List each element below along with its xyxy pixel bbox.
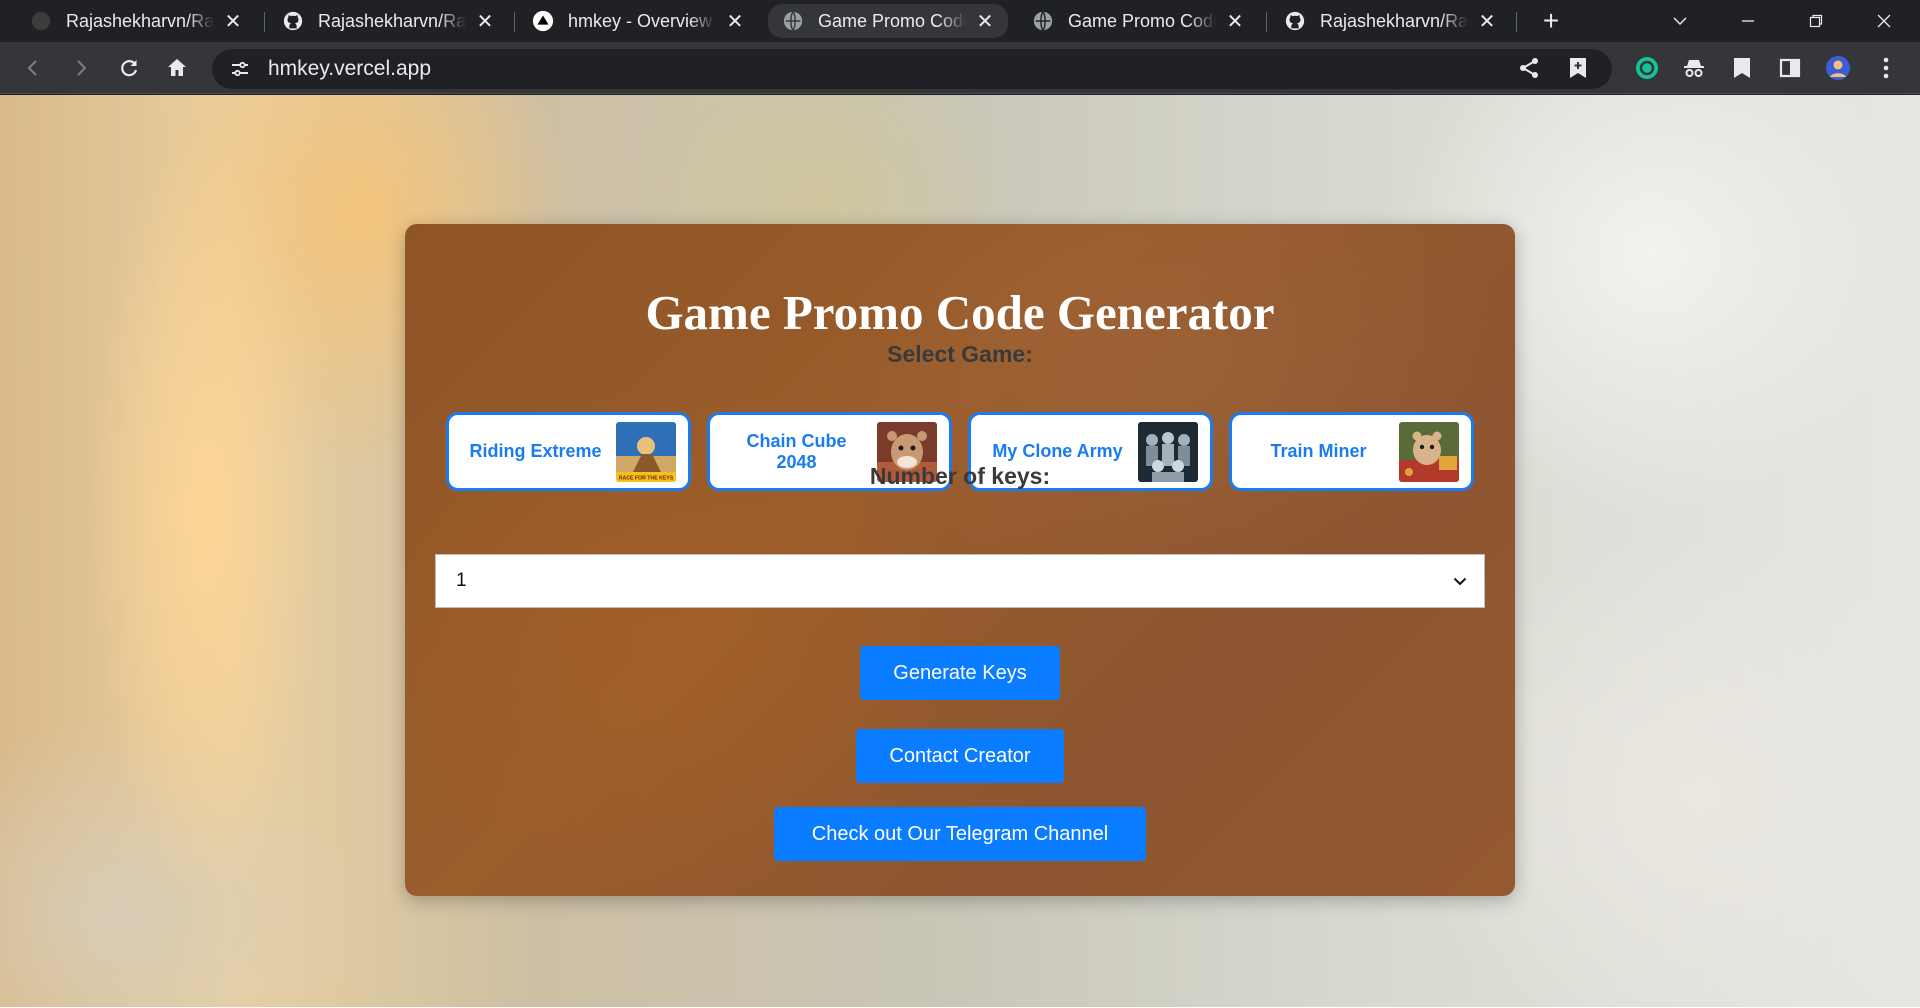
page-title: Game Promo Code Generator [645,285,1275,340]
share-icon [1520,58,1538,78]
side-panel-icon [1779,58,1801,78]
game-name: My Clone Army [992,441,1123,461]
incognito-button[interactable] [1677,51,1711,85]
share-button[interactable] [1512,51,1546,85]
github-icon [1284,10,1306,32]
minimize-icon [1742,20,1754,22]
tab-search-button[interactable] [1646,0,1714,42]
tab-github-2[interactable]: Rajashekharvn/Raj ✕ [268,4,508,38]
tab-separator [514,12,515,32]
tab-title: Rajashekharvn/Raj [318,10,466,31]
restore-button[interactable] [1782,0,1850,42]
home-button[interactable] [160,51,194,85]
telegram-channel-button[interactable]: Check out Our Telegram Channel [774,807,1146,861]
page-viewport: Game Promo Code Generator Select Game: R… [0,95,1920,1008]
url-text: hmkey.vercel.app [268,57,432,80]
globe-icon [782,10,804,32]
close-icon[interactable]: ✕ [974,10,996,33]
menu-button[interactable] [1869,51,1903,85]
chevron-down-icon [1673,17,1687,26]
reload-button[interactable] [112,51,146,85]
contact-creator-button[interactable]: Contact Creator [856,729,1064,783]
tab-separator [264,12,265,32]
tab-title: hmkey - Overview [568,10,713,31]
game-name: Riding Extreme [469,441,602,461]
incognito-icon [1684,60,1704,77]
selected-value: 1 [456,570,467,591]
number-of-keys-select[interactable]: 1 [435,554,1485,608]
close-icon[interactable]: ✕ [1224,10,1246,33]
close-icon[interactable]: ✕ [222,10,244,33]
new-tab-button[interactable]: + [1536,5,1566,36]
bookmark-icon [1570,58,1586,78]
back-button[interactable] [16,51,50,85]
extension-icon [1636,57,1658,79]
vercel-icon [532,10,554,32]
tab-separator [1266,12,1267,32]
close-icon[interactable]: ✕ [724,10,746,33]
close-icon [1877,14,1891,28]
tab-strip: Rajashekharvn/Raj ✕ Rajashekharvn/Raj ✕ … [0,0,1920,42]
tab-title: Rajashekharvn/Raj [66,10,214,31]
github-icon [30,10,52,32]
globe-icon [1032,10,1054,32]
tab-github-3[interactable]: Rajashekharvn/Raj ✕ [1270,4,1510,38]
reading-list-button[interactable] [1725,51,1759,85]
home-icon [168,59,186,76]
restore-icon [1809,14,1823,28]
reading-list-icon [1734,58,1750,78]
tab-vercel[interactable]: hmkey - Overview ✕ [518,4,758,38]
menu-icon [1883,57,1889,79]
tab-title: Rajashekharvn/Raj [1320,10,1468,31]
chevron-down-icon [1450,571,1470,591]
reload-icon [121,60,138,77]
extension-button[interactable] [1630,51,1664,85]
tab-separator [1516,12,1517,32]
close-icon[interactable]: ✕ [474,10,496,33]
number-of-keys-label: Number of keys: [869,463,1051,489]
profile-avatar[interactable] [1821,51,1855,85]
tab-title: Game Promo Code [818,10,966,31]
tab-game-promo-active[interactable]: Game Promo Code ✕ [768,4,1008,38]
generator-card: Game Promo Code Generator Select Game: R… [405,224,1515,896]
bookmark-button[interactable] [1561,51,1595,85]
site-info-icon[interactable] [226,55,254,83]
select-game-label: Select Game: [887,341,1033,367]
tab-game-promo[interactable]: Game Promo Code ✕ [1018,4,1258,38]
close-window-button[interactable] [1850,0,1918,42]
address-bar[interactable]: hmkey.vercel.app [212,49,1612,89]
tab-github-1[interactable]: Rajashekharvn/Raj ✕ [16,4,256,38]
side-panel-button[interactable] [1773,51,1807,85]
forward-button[interactable] [64,51,98,85]
back-icon [27,60,37,76]
tab-title: Game Promo Code [1068,10,1216,31]
forward-icon [77,60,87,76]
browser-toolbar: hmkey.vercel.app [0,42,1920,94]
minimize-button[interactable] [1714,0,1782,42]
close-icon[interactable]: ✕ [1476,10,1498,33]
github-icon [282,10,304,32]
generate-keys-button[interactable]: Generate Keys [860,646,1060,700]
game-name: Train Miner [1270,441,1367,461]
